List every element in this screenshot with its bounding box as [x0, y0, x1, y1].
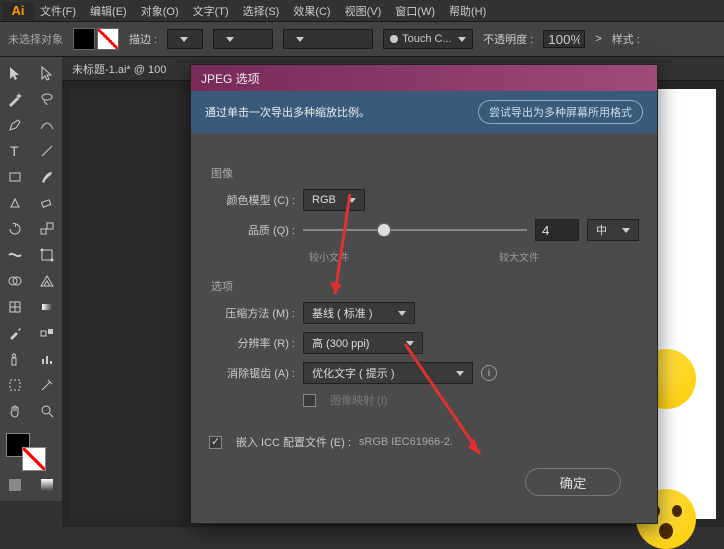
brush-dropdown[interactable]: [213, 29, 273, 49]
quality-label: 品质 (Q) :: [209, 222, 295, 238]
curvature-tool[interactable]: [32, 113, 62, 137]
menu-help[interactable]: 帮助(H): [449, 3, 486, 19]
artboard-tool[interactable]: [0, 373, 30, 397]
touch-dropdown[interactable]: Touch C...: [383, 29, 473, 49]
rotate-tool[interactable]: [0, 217, 30, 241]
lasso-tool[interactable]: [32, 87, 62, 111]
line-tool[interactable]: [32, 139, 62, 163]
shaper-tool[interactable]: [0, 191, 30, 215]
color-model-label: 颜色模型 (C) :: [209, 192, 295, 208]
menu-edit[interactable]: 编辑(E): [90, 3, 127, 19]
quality-value-input[interactable]: [535, 219, 579, 241]
symbol-sprayer-tool[interactable]: [0, 347, 30, 371]
dialog-title: JPEG 选项: [201, 70, 260, 87]
color-mode-normal[interactable]: [0, 473, 30, 497]
antialias-dropdown[interactable]: 优化文字 ( 提示 ): [303, 362, 473, 384]
type-tool[interactable]: T: [0, 139, 30, 163]
tip-text: 通过单击一次导出多种缩放比例。: [205, 104, 370, 120]
icc-label: 嵌入 ICC 配置文件 (E) :: [236, 434, 351, 450]
compress-dropdown[interactable]: 基线 ( 标准 ): [303, 302, 415, 324]
menu-window[interactable]: 窗口(W): [395, 3, 435, 19]
stroke-label: 描边 :: [129, 31, 157, 47]
icc-profile-name: sRGB IEC61966-2.: [359, 436, 453, 448]
slice-tool[interactable]: [32, 373, 62, 397]
jpeg-options-dialog: JPEG 选项 通过单击一次导出多种缩放比例。 尝试导出为多种屏幕所用格式 图像…: [190, 64, 658, 524]
free-transform-tool[interactable]: [32, 243, 62, 267]
eraser-tool[interactable]: [32, 191, 62, 215]
stroke-swatch[interactable]: [97, 28, 119, 50]
fill-stroke-swatches[interactable]: [73, 28, 119, 50]
menu-effect[interactable]: 效果(C): [293, 3, 330, 19]
menu-object[interactable]: 对象(O): [141, 3, 179, 19]
stroke-weight-dropdown[interactable]: [167, 29, 203, 49]
menu-view[interactable]: 视图(V): [345, 3, 382, 19]
fill-swatch[interactable]: [73, 28, 95, 50]
resolution-dropdown[interactable]: 高 (300 ppi): [303, 332, 423, 354]
rectangle-tool[interactable]: [0, 165, 30, 189]
opacity-input[interactable]: [543, 30, 585, 48]
pen-tool[interactable]: [0, 113, 30, 137]
options-bar: 未选择对象 描边 : Touch C... 不透明度 : > 样式 :: [0, 22, 724, 57]
style-dropdown[interactable]: [283, 29, 373, 49]
width-tool[interactable]: [0, 243, 30, 267]
zoom-tool[interactable]: [32, 399, 62, 423]
imagemap-checkbox[interactable]: [303, 394, 316, 407]
antialias-label: 消除锯齿 (A) :: [209, 365, 295, 381]
fill-stroke-color[interactable]: [0, 431, 62, 471]
paintbrush-tool[interactable]: [32, 165, 62, 189]
dialog-titlebar[interactable]: JPEG 选项: [191, 65, 657, 91]
app-logo: Ai: [2, 2, 34, 20]
resolution-label: 分辨率 (R) :: [209, 335, 295, 351]
shape-builder-tool[interactable]: [0, 269, 30, 293]
quality-min-caption: 较小文件: [309, 249, 349, 264]
magic-wand-tool[interactable]: [0, 87, 30, 111]
try-export-button[interactable]: 尝试导出为多种屏幕所用格式: [478, 100, 643, 124]
opacity-label: 不透明度 :: [483, 31, 533, 47]
menu-type[interactable]: 文字(T): [193, 3, 229, 19]
info-icon[interactable]: i: [481, 365, 497, 381]
direct-selection-tool[interactable]: [32, 61, 62, 85]
tools-panel: T: [0, 57, 62, 501]
style-label2: 样式 :: [612, 31, 640, 47]
selection-tool[interactable]: [0, 61, 30, 85]
ok-button[interactable]: 确定: [525, 468, 621, 496]
column-graph-tool[interactable]: [32, 347, 62, 371]
embed-icc-checkbox[interactable]: [209, 436, 222, 449]
quality-preset-dropdown[interactable]: 中: [587, 219, 639, 241]
imagemap-label: 图像映射 (I): [330, 392, 387, 408]
compress-label: 压缩方法 (M) :: [209, 305, 295, 321]
selection-status: 未选择对象: [8, 31, 63, 47]
gradient-tool[interactable]: [32, 295, 62, 319]
dialog-tip-bar: 通过单击一次导出多种缩放比例。 尝试导出为多种屏幕所用格式: [191, 91, 657, 133]
section-options: 选项: [211, 278, 639, 294]
mesh-tool[interactable]: [0, 295, 30, 319]
hand-tool[interactable]: [0, 399, 30, 423]
scale-tool[interactable]: [32, 217, 62, 241]
svg-text:T: T: [10, 143, 19, 159]
menubar: 文件(F) 编辑(E) 对象(O) 文字(T) 选择(S) 效果(C) 视图(V…: [0, 0, 724, 22]
eyedropper-tool[interactable]: [0, 321, 30, 345]
color-model-dropdown[interactable]: RGB: [303, 189, 365, 211]
quality-slider[interactable]: [303, 219, 527, 241]
menu-select[interactable]: 选择(S): [243, 3, 280, 19]
menu-file[interactable]: 文件(F): [40, 3, 76, 19]
section-image: 图像: [211, 165, 639, 181]
perspective-tool[interactable]: [32, 269, 62, 293]
quality-max-caption: 较大文件: [499, 249, 539, 264]
stroke-color-box[interactable]: [22, 447, 46, 471]
blend-tool[interactable]: [32, 321, 62, 345]
color-mode-gradient[interactable]: [32, 473, 62, 497]
